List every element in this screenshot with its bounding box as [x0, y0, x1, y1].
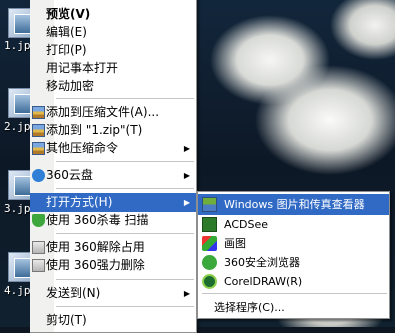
submenu-arrow-icon: ▶	[183, 198, 190, 207]
menu-item-edit[interactable]: 编辑(E)	[30, 23, 196, 42]
winrar-icon	[32, 106, 45, 119]
submenu-item-windows-photo-viewer[interactable]: Windows 图片和传真查看器	[198, 194, 389, 215]
menu-item-360-cloud[interactable]: 360云盘 ▶	[30, 166, 196, 185]
menu-item-360-force-delete[interactable]: 使用 360强力删除	[30, 256, 196, 275]
menu-item-label: 使用 360杀毒 扫描	[46, 213, 149, 227]
submenu-item-paint[interactable]: 画图	[198, 233, 389, 254]
image-viewer-icon	[202, 197, 217, 212]
desktop-icon-label[interactable]: 1.jp	[4, 39, 31, 52]
coreldraw-icon	[202, 274, 217, 289]
menu-item-send-to[interactable]: 发送到(N) ▶	[30, 284, 196, 303]
menu-item-label: 预览(V)	[46, 7, 91, 21]
menu-item-open-with-notepad[interactable]: 用记事本打开	[30, 59, 196, 78]
submenu-item-choose-program[interactable]: 选择程序(C)...	[198, 297, 389, 318]
360-antivirus-icon	[32, 214, 45, 227]
menu-separator	[56, 161, 194, 162]
menu-item-label: 其他压缩命令	[46, 141, 119, 155]
unlock-icon	[32, 241, 45, 254]
desktop-icon-label[interactable]: 3.jp	[4, 202, 31, 215]
menu-item-label: 选择程序(C)...	[214, 301, 285, 314]
desktop-icon-label[interactable]: 4.jp	[4, 284, 31, 297]
menu-item-cut[interactable]: 剪切(T)	[30, 311, 196, 330]
menu-item-label: 画图	[224, 237, 246, 250]
menu-item-label: CorelDRAW(R)	[224, 275, 303, 288]
submenu-arrow-icon: ▶	[183, 171, 190, 180]
menu-separator	[56, 306, 194, 307]
menu-separator	[56, 98, 194, 99]
submenu-item-coreldraw[interactable]: CorelDRAW(R)	[198, 271, 389, 292]
submenu-item-acdsee[interactable]: ACDSee	[198, 214, 389, 235]
menu-item-360-unlock[interactable]: 使用 360解除占用	[30, 238, 196, 257]
menu-item-label: 移动加密	[46, 79, 95, 93]
menu-item-label: 360云盘	[46, 168, 93, 182]
menu-item-label: 剪切(T)	[46, 313, 87, 327]
winrar-icon	[32, 142, 45, 155]
menu-item-label: Windows 图片和传真查看器	[224, 198, 365, 211]
menu-item-360-antivirus-scan[interactable]: 使用 360杀毒 扫描	[30, 211, 196, 230]
open-with-submenu: Windows 图片和传真查看器 ACDSee 画图 360安全浏览器 Core…	[197, 191, 390, 319]
menu-item-open-with[interactable]: 打开方式(H) ▶	[30, 193, 196, 212]
menu-item-label: 添加到 "1.zip"(T)	[46, 123, 143, 137]
360-cloud-icon	[32, 169, 45, 182]
menu-separator	[202, 293, 387, 294]
menu-item-label: 360安全浏览器	[224, 256, 300, 269]
menu-item-print[interactable]: 打印(P)	[30, 41, 196, 60]
menu-item-label: 用记事本打开	[46, 61, 119, 75]
submenu-item-360-browser[interactable]: 360安全浏览器	[198, 252, 389, 273]
360-browser-icon	[202, 255, 217, 270]
menu-item-label: ACDSee	[224, 218, 268, 231]
paint-icon	[202, 236, 217, 251]
menu-item-label: 添加到压缩文件(A)...	[46, 105, 160, 119]
menu-item-preview[interactable]: 预览(V)	[30, 5, 196, 24]
submenu-arrow-icon: ▶	[183, 289, 190, 298]
menu-separator	[56, 233, 194, 234]
context-menu: 预览(V) 编辑(E) 打印(P) 用记事本打开 移动加密 添加到压缩文件(A)…	[30, 0, 197, 333]
menu-item-label: 发送到(N)	[46, 286, 101, 300]
submenu-arrow-icon: ▶	[183, 144, 190, 153]
menu-separator	[56, 279, 194, 280]
menu-item-label: 编辑(E)	[46, 25, 87, 39]
menu-separator	[56, 188, 194, 189]
menu-item-other-compress[interactable]: 其他压缩命令 ▶	[30, 139, 196, 158]
menu-item-label: 使用 360强力删除	[46, 258, 145, 272]
shred-icon	[32, 259, 45, 272]
menu-item-label: 使用 360解除占用	[46, 240, 145, 254]
acdsee-icon	[202, 217, 217, 232]
winrar-icon	[32, 124, 45, 137]
desktop-icon-label[interactable]: 2.jp	[4, 120, 31, 133]
menu-item-label: 打印(P)	[46, 43, 87, 57]
menu-item-add-to-archive[interactable]: 添加到压缩文件(A)...	[30, 103, 196, 122]
menu-item-add-to-zip[interactable]: 添加到 "1.zip"(T)	[30, 121, 196, 140]
menu-item-move-encrypt[interactable]: 移动加密	[30, 77, 196, 96]
menu-item-label: 打开方式(H)	[46, 195, 113, 209]
